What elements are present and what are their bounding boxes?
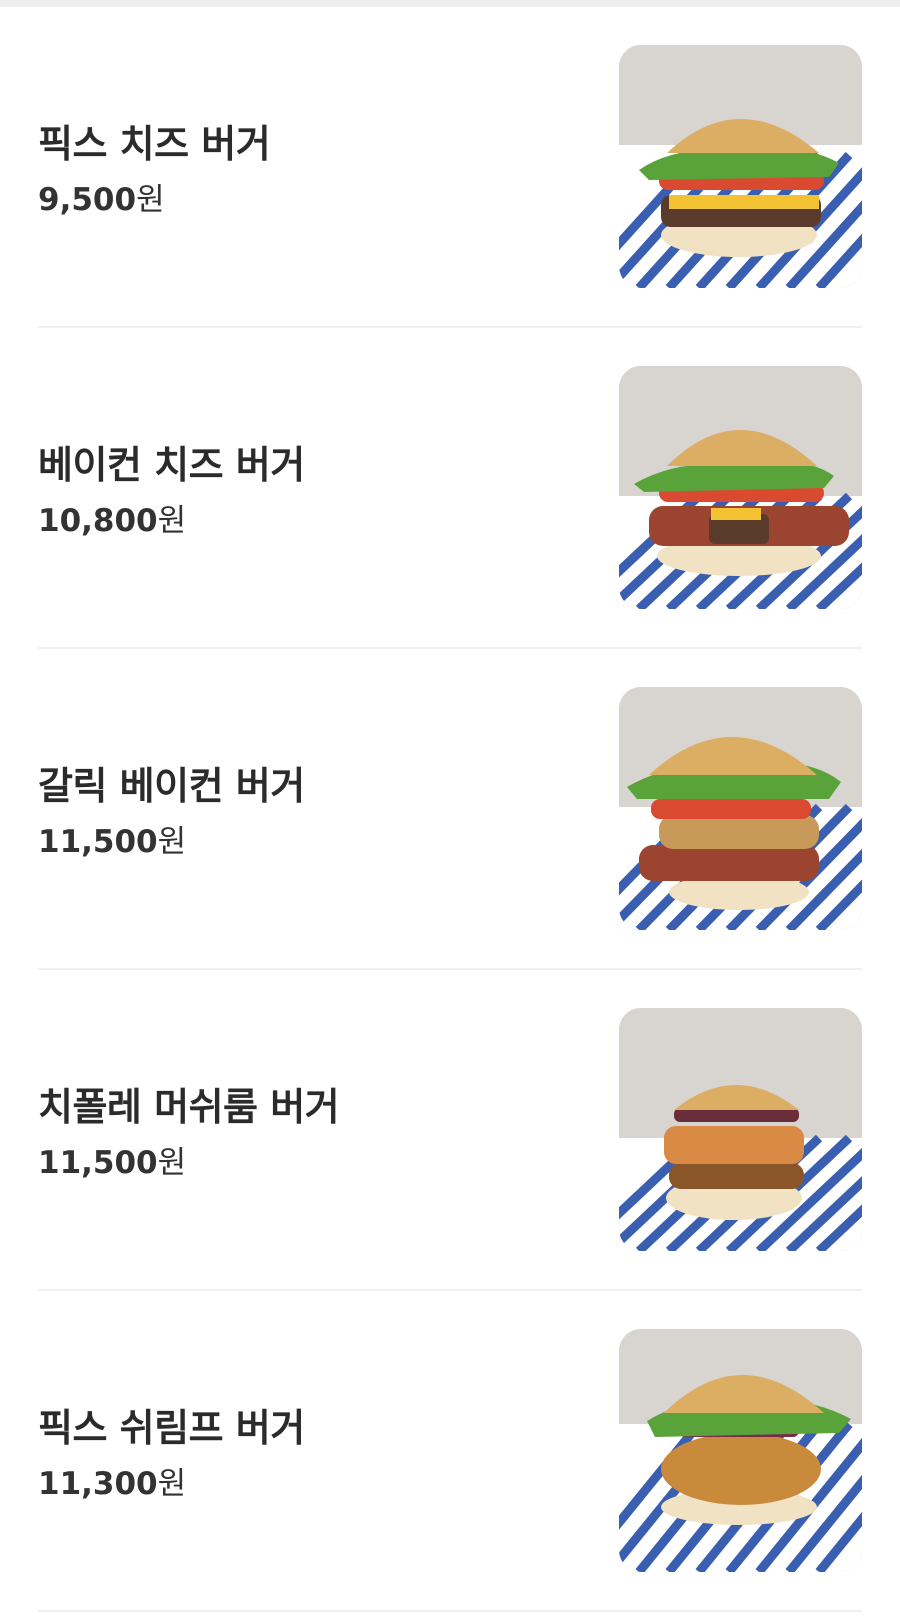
price-value: 11,300	[38, 1466, 158, 1502]
menu-item[interactable]: 픽스 치즈 버거 9,500원	[0, 7, 900, 328]
burger-photo[interactable]	[619, 687, 862, 930]
burger-photo[interactable]	[619, 366, 862, 609]
menu-item-name: 갈릭 베이컨 버거	[38, 764, 305, 808]
menu-item-price: 9,500원	[38, 174, 165, 219]
price-unit: 원	[157, 1145, 187, 1181]
menu-item[interactable]: 베이컨 치즈 버거 10,800원	[0, 328, 900, 649]
menu-item[interactable]: 픽스 쉬림프 버거 11,300원	[0, 1291, 900, 1612]
menu-list: 픽스 치즈 버거 9,500원 베이컨 치즈 버거 10,800원 갈릭 베이컨…	[0, 7, 900, 1612]
price-value: 10,800	[38, 503, 158, 539]
menu-item-price: 11,500원	[38, 1137, 186, 1182]
menu-item-name: 치폴레 머쉬룸 버거	[38, 1085, 340, 1129]
menu-item-name: 베이컨 치즈 버거	[38, 443, 305, 487]
burger-photo[interactable]	[619, 1008, 862, 1251]
menu-item-price: 10,800원	[38, 495, 186, 540]
menu-item-price: 11,500원	[38, 816, 186, 861]
price-unit: 원	[157, 1466, 187, 1502]
price-unit: 원	[157, 824, 187, 860]
menu-item-name: 픽스 쉬림프 버거	[38, 1406, 305, 1450]
menu-item-name: 픽스 치즈 버거	[38, 122, 271, 166]
menu-item-price: 11,300원	[38, 1458, 186, 1503]
burger-photo[interactable]	[619, 45, 862, 288]
price-unit: 원	[136, 182, 165, 218]
menu-item[interactable]: 갈릭 베이컨 버거 11,500원	[0, 649, 900, 970]
price-value: 11,500	[38, 824, 158, 860]
price-unit: 원	[157, 503, 187, 539]
burger-photo[interactable]	[619, 1329, 862, 1572]
price-value: 11,500	[38, 1145, 158, 1181]
top-bar	[0, 0, 900, 7]
menu-item[interactable]: 치폴레 머쉬룸 버거 11,500원	[0, 970, 900, 1291]
price-value: 9,500	[38, 182, 137, 218]
divider	[38, 1610, 862, 1612]
